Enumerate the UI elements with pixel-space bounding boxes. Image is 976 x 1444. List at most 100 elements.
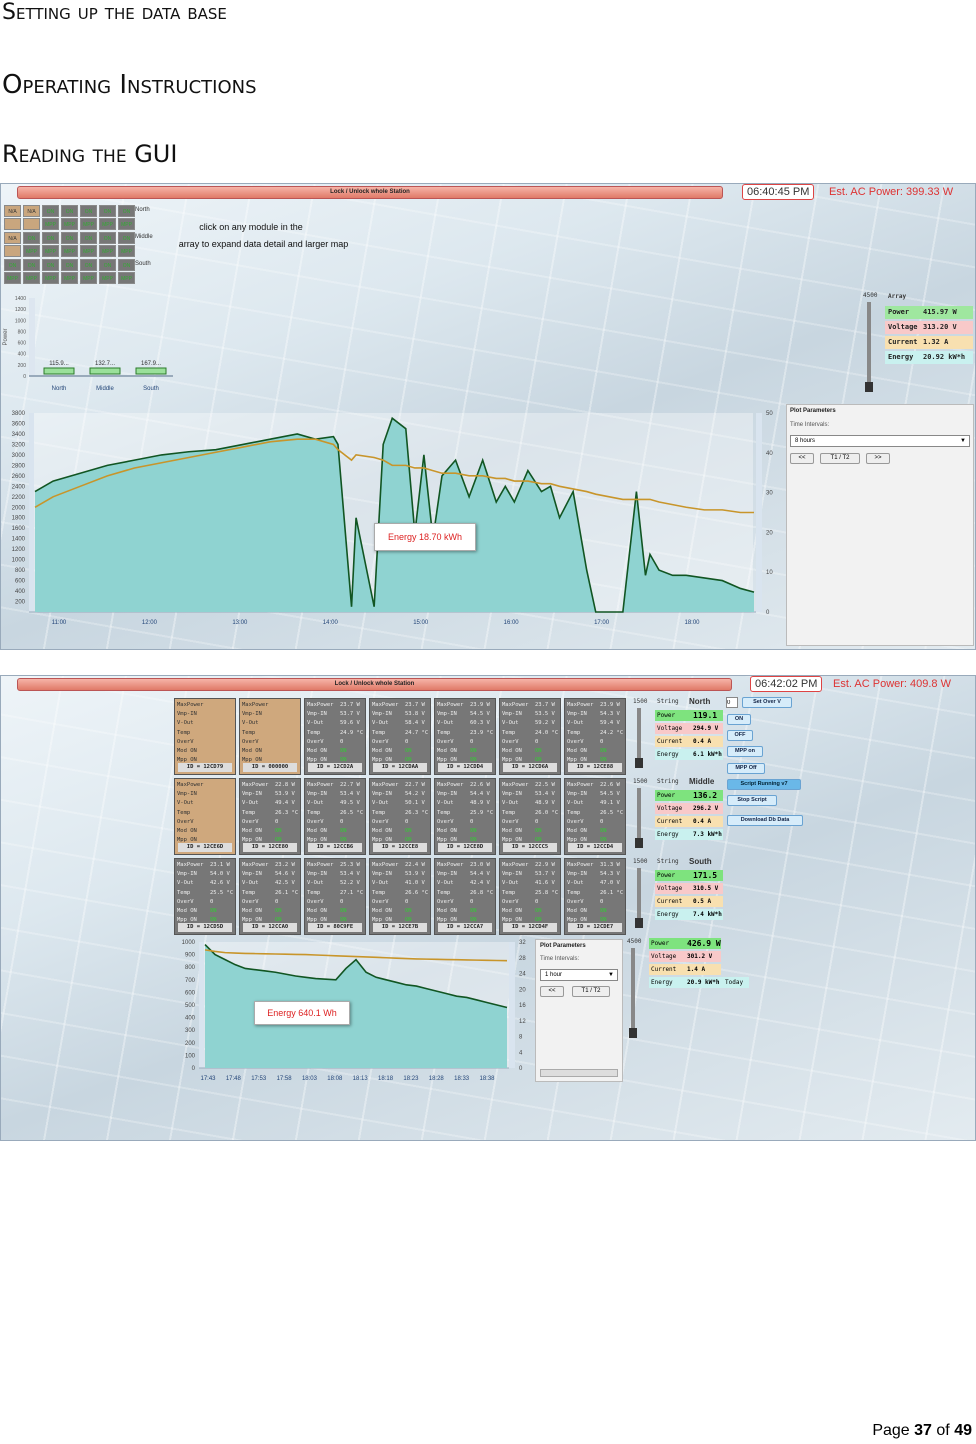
lock-unlock-button[interactable]: Lock / Unlock whole Station (17, 186, 723, 199)
module-card[interactable]: MaxPower Vmp-IN V-Out Temp OverV Mod ON Mpp ON… (239, 698, 301, 775)
module-mpp-cell[interactable]: MPP (23, 245, 40, 257)
prev-interval-button[interactable]: << (790, 453, 814, 464)
module-blank-cell[interactable] (23, 218, 40, 230)
module-field: Mod ON ON (242, 907, 298, 916)
y2-axis (756, 413, 762, 612)
module-cell[interactable]: ON (118, 232, 135, 244)
module-card[interactable]: MaxPower 22.8 W Vmp-IN 53.9 V V-Out 49.4 V Tem… (239, 778, 301, 855)
module-mpp-cell[interactable]: MPP (61, 272, 78, 284)
array-slider[interactable] (865, 302, 873, 392)
module-mpp-cell[interactable]: MPP (80, 245, 97, 257)
module-cell[interactable]: ON (61, 259, 78, 271)
string-slider[interactable] (635, 868, 643, 928)
module-card[interactable]: MaxPower 25.3 W Vmp-IN 53.4 V V-Out 52.2 V Tem… (304, 858, 366, 935)
module-cell[interactable]: ON (42, 259, 59, 271)
on-button[interactable]: ON (727, 714, 751, 725)
string-slider-knob[interactable] (635, 758, 643, 768)
module-cell[interactable]: N/A (4, 205, 21, 217)
module-mpp-cell[interactable]: MPP (118, 272, 135, 284)
module-card[interactable]: MaxPower 22.6 W Vmp-IN 54.4 V V-Out 48.9 V Tem… (434, 778, 496, 855)
module-cell[interactable]: ON (42, 232, 59, 244)
total-slider[interactable] (629, 948, 637, 1038)
string-slider-knob[interactable] (635, 838, 643, 848)
module-cell[interactable]: ON (80, 205, 97, 217)
mpp-off-button[interactable]: MPP Off (727, 763, 765, 774)
horizontal-scrollbar[interactable] (540, 1069, 618, 1077)
module-card[interactable]: MaxPower 22.7 W Vmp-IN 53.4 V V-Out 49.5 V Tem… (304, 778, 366, 855)
time-interval-select[interactable]: 8 hours ▼ (790, 435, 970, 447)
lock-unlock-button[interactable]: Lock / Unlock whole Station (17, 678, 732, 691)
t1-t2-button[interactable]: T1 / T2 (820, 453, 860, 464)
module-cell[interactable]: ON (80, 259, 97, 271)
module-card[interactable]: MaxPower 23.7 W Vmp-IN 53.8 V V-Out 58.4 V Tem… (369, 698, 431, 775)
module-card[interactable]: MaxPower 31.3 W Vmp-IN 54.3 V V-Out 47.0 V Tem… (564, 858, 626, 935)
module-mpp-cell[interactable]: MPP (118, 218, 135, 230)
module-cell[interactable]: ON (118, 259, 135, 271)
module-card[interactable]: MaxPower 23.1 W Vmp-IN 54.0 V V-Out 42.6 V Tem… (174, 858, 236, 935)
module-mpp-cell[interactable]: MPP (118, 245, 135, 257)
t1-t2-button[interactable]: T1 / T2 (572, 986, 610, 997)
prev-interval-button[interactable]: << (540, 986, 564, 997)
download-db-data-button[interactable]: Download Db Data (727, 815, 803, 826)
module-card[interactable]: MaxPower 23.9 W Vmp-IN 54.5 V V-Out 60.3 V Tem… (434, 698, 496, 775)
module-card[interactable]: MaxPower 23.7 W Vmp-IN 53.7 V V-Out 59.6 V Tem… (304, 698, 366, 775)
module-cell[interactable]: ON (42, 205, 59, 217)
string-slider-knob[interactable] (635, 918, 643, 928)
string-slider[interactable] (635, 788, 643, 848)
over-v-input[interactable] (726, 697, 738, 708)
next-interval-button[interactable]: >> (866, 453, 890, 464)
module-cell[interactable]: ON (80, 232, 97, 244)
bar-north[interactable] (43, 367, 75, 375)
module-mpp-cell[interactable]: MPP (42, 218, 59, 230)
module-mpp-cell[interactable]: MPP (99, 245, 116, 257)
module-card[interactable]: MaxPower 23.0 W Vmp-IN 54.4 V V-Out 42.4 V Tem… (434, 858, 496, 935)
script-running-button[interactable]: Script Running v7 (727, 779, 801, 790)
module-field-value: 49.1 V (600, 800, 620, 807)
module-mpp-cell[interactable]: MPP (42, 272, 59, 284)
total-slider-knob[interactable] (629, 1028, 637, 1038)
module-card[interactable]: MaxPower 22.4 W Vmp-IN 53.9 V V-Out 41.0 V Tem… (369, 858, 431, 935)
module-card[interactable]: MaxPower 22.6 W Vmp-IN 54.5 V V-Out 49.1 V Tem… (564, 778, 626, 855)
module-card[interactable]: MaxPower 22.5 W Vmp-IN 53.4 V V-Out 48.9 V Tem… (499, 778, 561, 855)
module-cell[interactable]: ON (118, 205, 135, 217)
module-card[interactable]: MaxPower 23.7 W Vmp-IN 53.5 V V-Out 59.2 V Tem… (499, 698, 561, 775)
module-card[interactable]: MaxPower 22.7 W Vmp-IN 54.2 V V-Out 50.1 V Tem… (369, 778, 431, 855)
module-mpp-cell[interactable]: MPP (61, 245, 78, 257)
mpp-on-button[interactable]: MPP on (727, 746, 763, 757)
module-field-label: Mod ON (307, 828, 327, 835)
module-mpp-cell[interactable]: MPP (80, 272, 97, 284)
stop-script-button[interactable]: Stop Script (727, 795, 777, 806)
module-cell[interactable]: ON (99, 232, 116, 244)
module-cell[interactable]: ON (61, 205, 78, 217)
module-cell[interactable]: ON (99, 205, 116, 217)
module-field-value: 59.4 V (600, 720, 620, 727)
module-mpp-cell[interactable]: MPP (61, 218, 78, 230)
module-cell[interactable]: ON (4, 259, 21, 271)
module-card[interactable]: MaxPower 23.2 W Vmp-IN 54.6 V V-Out 42.5 V Tem… (239, 858, 301, 935)
bar-middle[interactable] (89, 367, 121, 375)
module-mpp-cell[interactable]: MPP (99, 272, 116, 284)
module-cell[interactable]: ON (99, 259, 116, 271)
set-over-v-button[interactable]: Set Over V (742, 697, 792, 708)
module-cell[interactable]: N/A (4, 232, 21, 244)
module-card[interactable]: MaxPower 23.9 W Vmp-IN 54.3 V V-Out 59.4 V Tem… (564, 698, 626, 775)
module-blank-cell[interactable] (4, 245, 21, 257)
module-card[interactable]: MaxPower Vmp-IN V-Out Temp OverV Mod ON Mpp ON… (174, 698, 236, 775)
time-interval-select[interactable]: 1 hour ▼ (540, 969, 618, 981)
module-mpp-cell[interactable]: MPP (42, 245, 59, 257)
module-blank-cell[interactable] (4, 218, 21, 230)
module-cell[interactable]: ON (23, 259, 40, 271)
module-mpp-cell[interactable]: MPP (4, 272, 21, 284)
module-card[interactable]: MaxPower 22.9 W Vmp-IN 53.7 V V-Out 41.6 V Tem… (499, 858, 561, 935)
bar-south[interactable] (135, 367, 167, 375)
module-mpp-cell[interactable]: MPP (99, 218, 116, 230)
off-button[interactable]: OFF (727, 730, 753, 741)
module-cell[interactable]: N/A (23, 205, 40, 217)
module-cell[interactable]: ON (23, 232, 40, 244)
array-slider-knob[interactable] (865, 382, 873, 392)
module-card[interactable]: MaxPower Vmp-IN V-Out Temp OverV Mod ON Mpp ON… (174, 778, 236, 855)
module-mpp-cell[interactable]: MPP (23, 272, 40, 284)
string-slider[interactable] (635, 708, 643, 768)
module-cell[interactable]: ON (61, 232, 78, 244)
module-mpp-cell[interactable]: MPP (80, 218, 97, 230)
